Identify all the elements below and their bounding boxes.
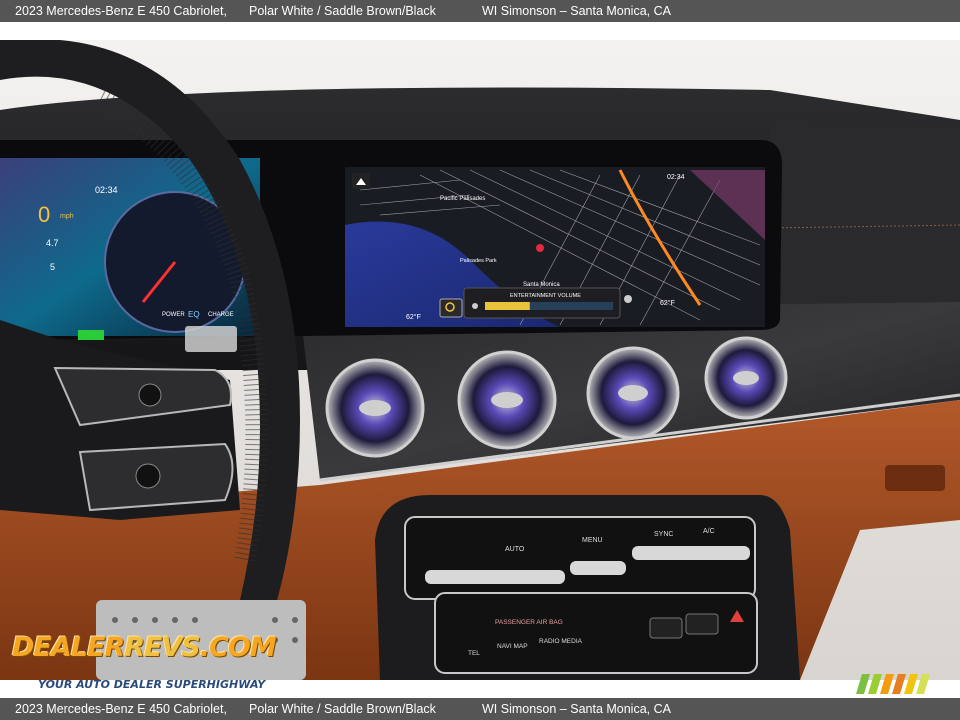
btn-ac-label[interactable]: A/C — [703, 528, 715, 535]
btn-radio-label[interactable]: RADIO MEDIA — [539, 638, 583, 645]
passenger-airbag-label: PASSENGER AIR BAG — [495, 619, 563, 626]
interior-photo: AUTO MENU SYNC A/C TEL NAVI MAP RADIO ME… — [0, 40, 960, 680]
caption-bar-top: 2023 Mercedes-Benz E 450 Cabriolet, Pola… — [0, 0, 960, 22]
dealerrevs-logo: DEALERREVS.COM YOUR AUTO DEALER SUPERHIG… — [10, 624, 277, 692]
vehicle-color: Polar White / Saddle Brown/Black — [249, 4, 436, 18]
btn-sync-label[interactable]: SYNC — [654, 531, 673, 538]
vehicle-title: 2023 Mercedes-Benz E 450 Cabriolet, — [15, 4, 227, 18]
cluster-mode-power: POWER — [162, 312, 185, 318]
cluster-mode-eq: EQ — [188, 310, 200, 319]
paddle-shifter — [185, 326, 237, 352]
map-label-palisades: Pacific Palisades — [440, 196, 485, 202]
vehicle-title-bottom: 2023 Mercedes-Benz E 450 Cabriolet, — [15, 702, 227, 716]
cluster-speed: 0 — [38, 202, 50, 227]
btn-auto-label[interactable]: AUTO — [505, 546, 525, 553]
dealerrevs-tagline: YOUR AUTO DEALER SUPERHIGHWAY — [38, 678, 266, 691]
cluster-speed-unit: mph — [60, 213, 74, 220]
wheel-control-left[interactable] — [138, 383, 162, 407]
vehicle-color-bottom: Polar White / Saddle Brown/Black — [249, 702, 436, 716]
volume-fill — [485, 302, 530, 310]
volume-label: ENTERTAINMENT VOLUME — [510, 293, 581, 299]
cluster-trip: 4.7 — [46, 238, 59, 248]
dealer-location: WI Simonson – Santa Monica, CA — [482, 4, 671, 18]
gear-icon[interactable] — [624, 295, 632, 303]
cluster-gear: 5 — [50, 262, 55, 272]
btn-menu-label[interactable]: MENU — [582, 537, 603, 544]
map-label-pier: Palisades Park — [460, 258, 497, 264]
settings-icon — [472, 303, 478, 309]
btn-tel-label[interactable]: TEL — [468, 650, 480, 657]
caption-bar-bottom: 2023 Mercedes-Benz E 450 Cabriolet, Pola… — [0, 698, 960, 720]
stripes-logo — [856, 674, 930, 694]
search-icon[interactable] — [439, 298, 463, 318]
cluster-time: 02:34 — [95, 185, 118, 195]
btn-navi-label[interactable]: NAVI MAP — [497, 643, 528, 650]
nav-temp-left: 62°F — [406, 313, 421, 321]
nav-temp-right: 62°F — [660, 299, 675, 307]
cluster-mode-charge: CHARGE — [208, 312, 234, 318]
nav-time: 02:34 — [667, 174, 685, 181]
map-label-santa-monica: Santa Monica — [523, 282, 560, 288]
dealerrevs-wordmark: DEALERREVS.COM — [12, 632, 277, 663]
wheel-control-right[interactable] — [135, 463, 161, 489]
dealer-location-bottom: WI Simonson – Santa Monica, CA — [482, 702, 671, 716]
